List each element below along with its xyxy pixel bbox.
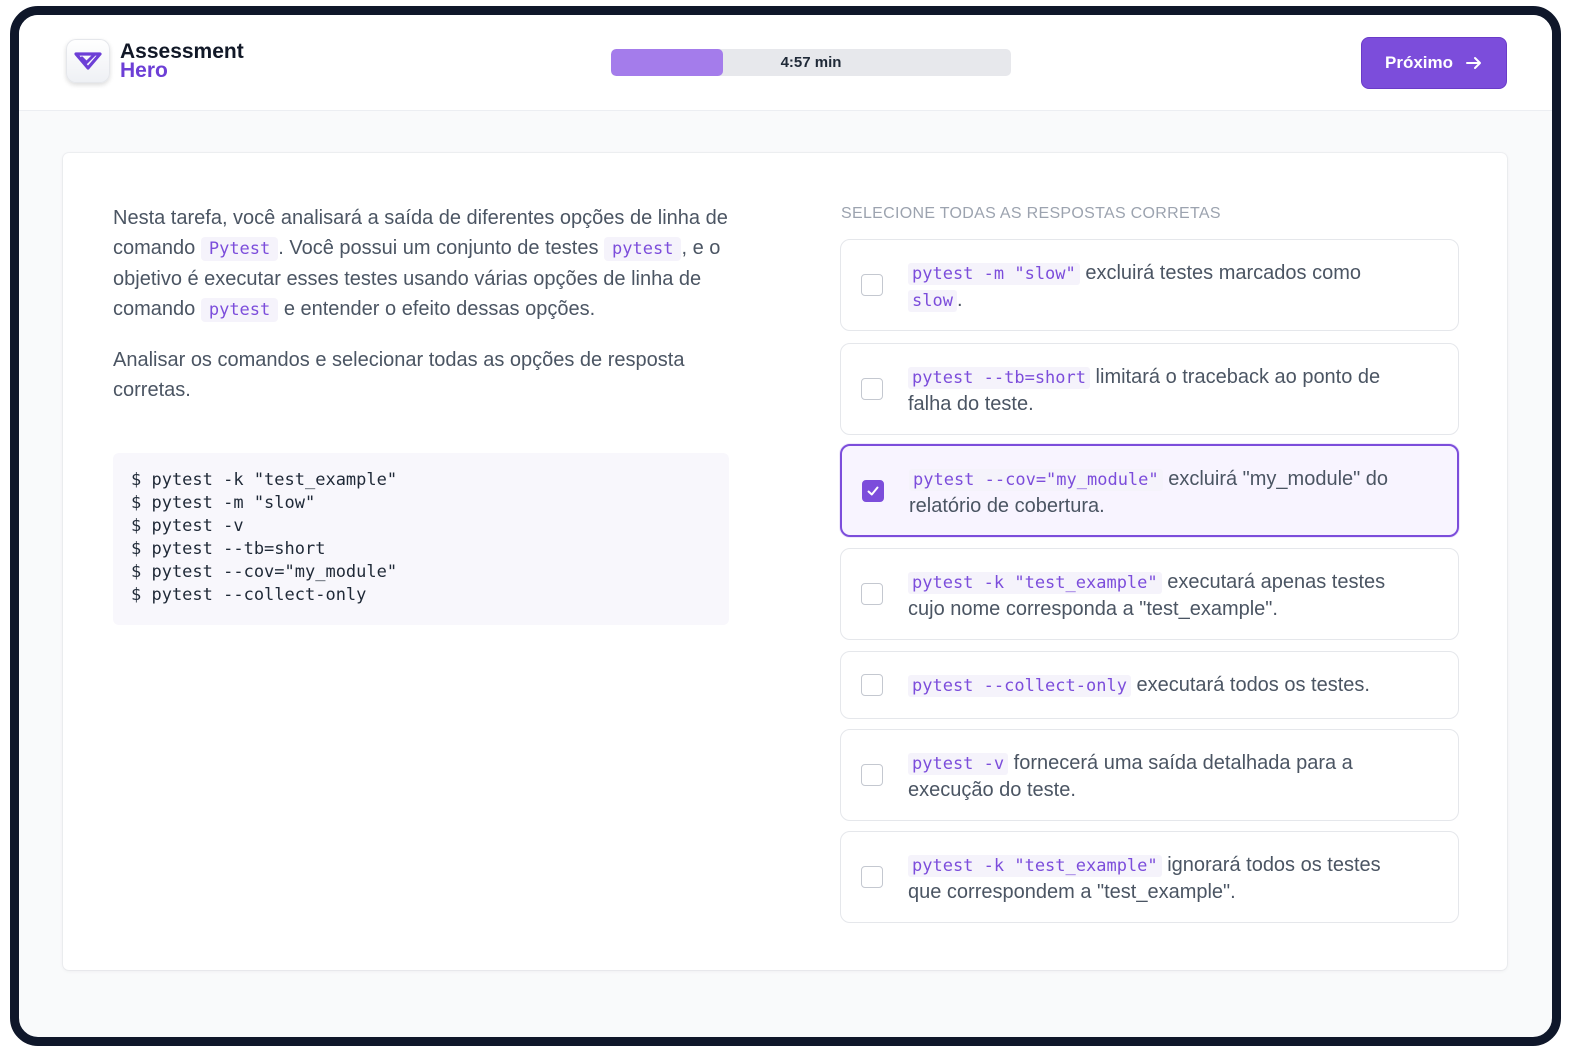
task-text: e entender o efeito dessas opções. bbox=[278, 298, 596, 320]
option-code: pytest --collect-only bbox=[908, 675, 1131, 697]
answer-option-text: pytest -k "test_example" executará apena… bbox=[908, 569, 1418, 622]
code-line: $ pytest --tb=short bbox=[131, 539, 326, 559]
code-block: $ pytest -k "test_example" $ pytest -m "… bbox=[113, 453, 729, 625]
answer-option-text: pytest -m "slow" excluirá testes marcado… bbox=[908, 260, 1418, 314]
option-text: . bbox=[956, 289, 963, 311]
task-paragraph-1: Nesta tarefa, você analisará a saída de … bbox=[113, 203, 738, 325]
code-line: $ pytest -m "slow" bbox=[131, 493, 316, 513]
task-description: Nesta tarefa, você analisará a saída de … bbox=[113, 203, 738, 425]
arrow-right-icon bbox=[1466, 57, 1482, 69]
timer-label: 4:57 min bbox=[780, 54, 842, 71]
code-line: $ pytest -k "test_example" bbox=[131, 470, 398, 490]
logo: Assessment Hero bbox=[66, 39, 244, 83]
option-code: pytest -k "test_example" bbox=[908, 855, 1162, 877]
checkbox[interactable] bbox=[861, 274, 883, 296]
checkbox[interactable] bbox=[861, 378, 883, 400]
option-text: excluirá testes marcados como bbox=[1079, 262, 1361, 284]
checkbox[interactable] bbox=[862, 480, 884, 502]
code-line: $ pytest -v bbox=[131, 516, 244, 536]
logo-icon bbox=[66, 39, 110, 83]
option-code: pytest -m "slow" bbox=[908, 263, 1080, 285]
task-text: . Você possui um conjunto de testes bbox=[278, 237, 605, 259]
next-button[interactable]: Próximo bbox=[1361, 37, 1507, 89]
code-line: $ pytest --collect-only bbox=[131, 585, 367, 605]
answer-option-text: pytest -k "test_example" ignorará todos … bbox=[908, 852, 1418, 905]
header: Assessment Hero 4:57 min Próximo bbox=[19, 15, 1552, 111]
option-code: pytest --tb=short bbox=[908, 367, 1090, 389]
option-code: slow bbox=[908, 290, 957, 312]
answer-option[interactable]: pytest -k "test_example" ignorará todos … bbox=[840, 831, 1459, 923]
inline-code: pytest bbox=[604, 237, 682, 261]
checkmark-icon bbox=[867, 486, 879, 496]
answer-option[interactable]: pytest --tb=short limitará o traceback a… bbox=[840, 343, 1459, 435]
answer-option-text: pytest --collect-only executará todos os… bbox=[908, 672, 1418, 699]
answer-option[interactable]: pytest --cov="my_module" excluirá "my_mo… bbox=[840, 444, 1459, 537]
inline-code: Pytest bbox=[200, 237, 279, 261]
answer-instruction: SELECIONE TODAS AS RESPOSTAS CORRETAS bbox=[841, 205, 1221, 222]
answer-option[interactable]: pytest -k "test_example" executará apena… bbox=[840, 548, 1459, 640]
next-button-label: Próximo bbox=[1384, 53, 1454, 72]
app-window: Assessment Hero 4:57 min Próximo Nesta t… bbox=[10, 6, 1561, 1046]
checkbox[interactable] bbox=[861, 674, 883, 696]
option-text: executará todos os testes. bbox=[1130, 674, 1370, 696]
checkbox[interactable] bbox=[861, 583, 883, 605]
timer-progress-bar: 4:57 min bbox=[611, 49, 1011, 76]
code-line: $ pytest --cov="my_module" bbox=[131, 562, 398, 582]
task-paragraph-2: Analisar os comandos e selecionar todas … bbox=[113, 349, 685, 401]
inline-code: pytest bbox=[200, 298, 279, 322]
logo-subtitle: Hero bbox=[120, 59, 168, 82]
checkbox[interactable] bbox=[861, 866, 883, 888]
answer-option-text: pytest --cov="my_module" excluirá "my_mo… bbox=[909, 466, 1417, 519]
answer-option[interactable]: pytest --collect-only executará todos os… bbox=[840, 651, 1459, 719]
answer-option[interactable]: pytest -v fornecerá uma saída detalhada … bbox=[840, 729, 1459, 821]
answer-option-text: pytest -v fornecerá uma saída detalhada … bbox=[908, 750, 1418, 803]
logo-text: Assessment Hero bbox=[120, 41, 244, 82]
option-code: pytest -k "test_example" bbox=[908, 572, 1162, 594]
option-code: pytest -v bbox=[908, 753, 1009, 775]
answer-option[interactable]: pytest -m "slow" excluirá testes marcado… bbox=[840, 239, 1459, 331]
question-card: Nesta tarefa, você analisará a saída de … bbox=[63, 153, 1507, 970]
option-code: pytest --cov="my_module" bbox=[909, 469, 1163, 491]
answer-option-text: pytest --tb=short limitará o traceback a… bbox=[908, 364, 1418, 417]
checkbox[interactable] bbox=[861, 764, 883, 786]
